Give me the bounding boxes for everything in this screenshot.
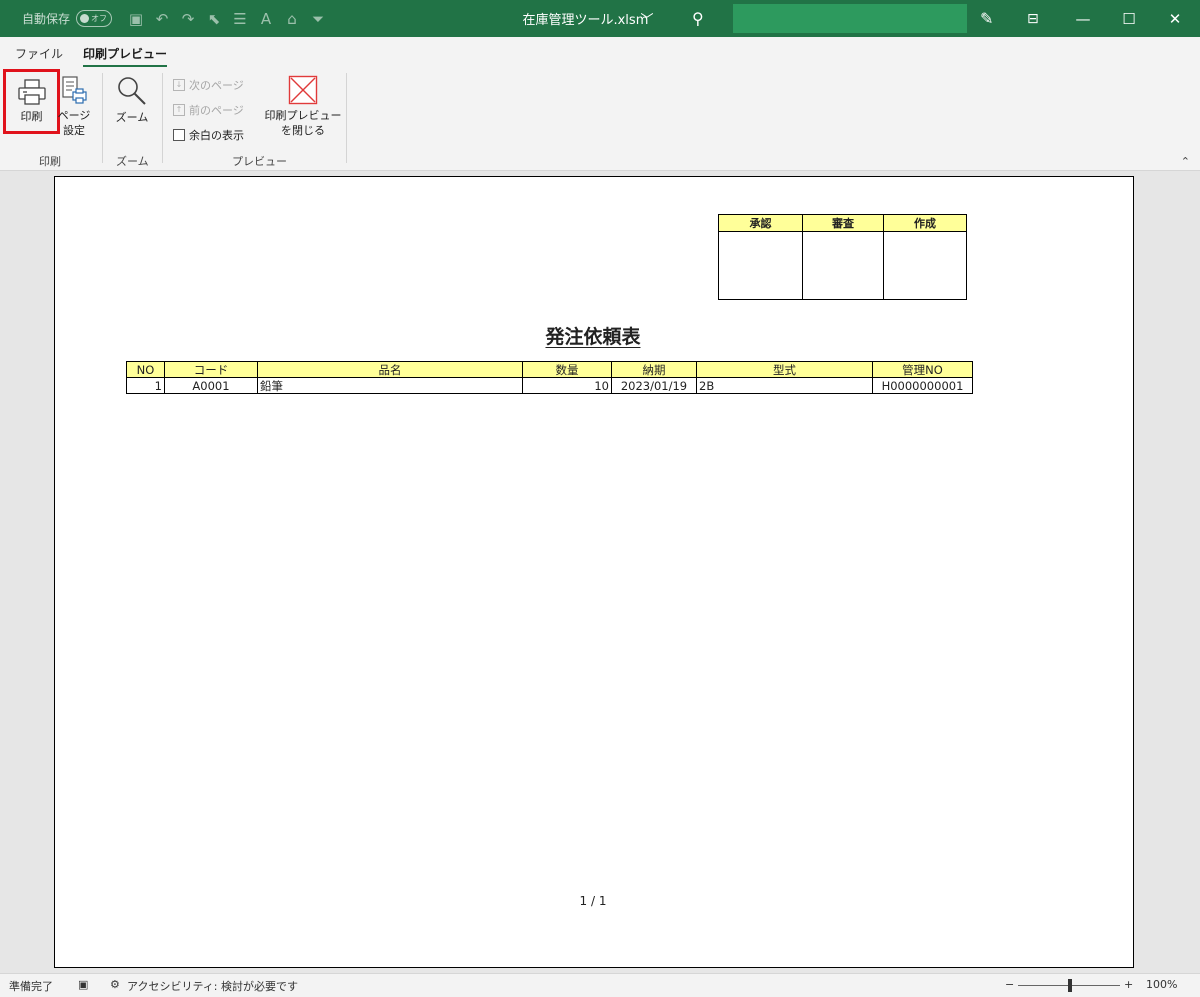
group-label-print: 印刷 — [39, 155, 61, 168]
autosave-switch[interactable]: オフ — [76, 10, 113, 27]
previous-page-label: 前のページ — [189, 104, 244, 117]
close-preview-icon — [288, 75, 318, 105]
file-name: 在庫管理ツール.xlsm — [522, 13, 649, 28]
approval-table: 承認 審査 作成 — [718, 214, 967, 300]
cell-due-date: 2023/01/19 — [611, 377, 697, 394]
touch-mode-icon[interactable]: ☰ — [232, 10, 248, 28]
save-icon[interactable]: ▣ — [128, 10, 144, 28]
approval-cell — [802, 231, 884, 300]
column-header: コード — [164, 361, 258, 378]
column-header: 納期 — [611, 361, 697, 378]
page-setup-icon — [62, 76, 87, 104]
cell-quantity: 10 — [522, 377, 612, 394]
cell-no: 1 — [126, 377, 165, 394]
column-header: 品名 — [257, 361, 523, 378]
preview-page: 承認 審査 作成 発注依頼表 NO コード 品名 数量 納期 型式 管理NO 1… — [54, 176, 1134, 968]
zoom-slider-thumb[interactable] — [1068, 979, 1072, 992]
chevron-down-icon: ﹀ — [640, 13, 654, 28]
autosave-label: 自動保存 — [22, 12, 71, 26]
printer-icon — [17, 79, 46, 105]
redo-icon[interactable]: ↷ — [180, 10, 196, 28]
approval-header: 審査 — [802, 214, 884, 232]
undo-icon[interactable]: ↶ — [154, 10, 170, 28]
maximize-button[interactable]: ☐ — [1106, 0, 1152, 37]
group-label-zoom: ズーム — [116, 155, 149, 168]
document-title-button[interactable]: 在庫管理ツール.xlsm ﹀ — [522, 9, 654, 28]
zoom-out-button[interactable]: − — [1005, 978, 1014, 991]
next-page-label: 次のページ — [189, 79, 244, 92]
column-header: 数量 — [522, 361, 612, 378]
next-page-button[interactable]: ↓ 次のページ — [173, 77, 244, 93]
pen-icon[interactable]: ✎ — [980, 0, 993, 37]
customize-qat-icon[interactable]: ⏷ — [310, 10, 326, 28]
group-separator — [102, 73, 103, 163]
minimize-button[interactable]: — — [1060, 0, 1106, 37]
zoom-button[interactable]: ズーム — [110, 75, 154, 125]
cell-code: A0001 — [164, 377, 258, 394]
table-row: 1 A0001 鉛筆 10 2023/01/19 2B H0000000001 — [126, 377, 973, 394]
show-margins-checkbox[interactable]: 余白の表示 — [173, 127, 244, 143]
approval-header: 承認 — [718, 214, 803, 232]
accessibility-icon[interactable]: ⚙ — [110, 978, 120, 991]
preview-area[interactable]: 承認 審査 作成 発注依頼表 NO コード 品名 数量 納期 型式 管理NO 1… — [0, 171, 1200, 973]
page-setup-button[interactable]: ページ 設定 — [57, 75, 91, 138]
approval-header: 作成 — [883, 214, 967, 232]
previous-page-button[interactable]: ↑ 前のページ — [173, 102, 244, 118]
zoom-level[interactable]: 100% — [1146, 978, 1177, 991]
arrow-up-icon: ↑ — [173, 104, 185, 116]
status-ready: 準備完了 — [9, 980, 53, 993]
show-margins-label: 余白の表示 — [189, 129, 244, 142]
cell-name: 鉛筆 — [257, 377, 523, 394]
vertical-scrollbar[interactable] — [1192, 171, 1200, 973]
approval-cell — [883, 231, 967, 300]
approval-cell — [718, 231, 803, 300]
heading-text: 発注依頼表 — [545, 326, 641, 348]
group-label-preview: プレビュー — [232, 155, 287, 168]
zoom-label: ズーム — [115, 111, 149, 124]
search-icon[interactable]: ⚲ — [692, 0, 704, 37]
tab-print-preview[interactable]: 印刷プレビュー — [83, 45, 168, 68]
ribbon-display-options-icon[interactable]: ⊟ — [1027, 0, 1039, 37]
accessibility-status[interactable]: アクセシビリティ: 検討が必要です — [127, 978, 298, 994]
close-print-preview-button[interactable]: 印刷プレビュー を閉じる — [263, 75, 343, 138]
tab-file[interactable]: ファイル — [15, 45, 63, 62]
close-preview-label-2: を閉じる — [281, 124, 325, 137]
order-table: NO コード 品名 数量 納期 型式 管理NO 1 A0001 鉛筆 10 20… — [126, 361, 973, 394]
print-label: 印刷 — [20, 110, 43, 123]
magnifier-icon — [118, 77, 146, 105]
close-preview-label-1: 印刷プレビュー — [264, 109, 342, 122]
ribbon: 印刷 ページ 設定 ズーム ↓ 次のページ ↑ 前のページ 余白の表示 印刷プレ… — [0, 67, 1200, 171]
cell-management-no: H0000000001 — [872, 377, 973, 394]
table-header-row: NO コード 品名 数量 納期 型式 管理NO — [126, 361, 973, 378]
collapse-ribbon-icon[interactable]: ⌃ — [1181, 155, 1190, 168]
group-separator — [346, 73, 347, 163]
column-header: NO — [126, 361, 165, 378]
title-bar: 自動保存 オフ ▣ ↶ ↷ ⬉ ☰ A ⌂ ⏷ 在庫管理ツール.xlsm ﹀ ⚲… — [0, 0, 1200, 37]
column-header: 型式 — [696, 361, 873, 378]
lock-icon[interactable]: ⌂ — [284, 10, 300, 28]
page-indicator: 1 / 1 — [579, 894, 607, 908]
page-setup-label-2: 設定 — [63, 124, 85, 137]
arrow-down-icon: ↓ — [173, 79, 185, 91]
macro-record-icon[interactable]: ▣ — [78, 978, 88, 991]
search-box[interactable] — [733, 4, 967, 33]
checkbox-icon[interactable] — [173, 129, 185, 141]
autosave-toggle[interactable]: 自動保存 オフ — [22, 0, 113, 37]
cell-model: 2B — [696, 377, 873, 394]
print-button[interactable]: 印刷 — [3, 69, 60, 134]
column-header: 管理NO — [872, 361, 973, 378]
text-box-icon[interactable]: A — [258, 10, 274, 28]
zoom-in-button[interactable]: + — [1124, 978, 1133, 991]
group-separator — [162, 73, 163, 163]
page-setup-label-1: ページ — [57, 109, 91, 122]
close-button[interactable]: ✕ — [1152, 0, 1198, 37]
status-bar: 準備完了 ▣ ⚙ アクセシビリティ: 検討が必要です − + 100% — [0, 973, 1200, 997]
pointer-icon[interactable]: ⬉ — [206, 10, 222, 28]
quick-access-toolbar: ▣ ↶ ↷ ⬉ ☰ A ⌂ ⏷ — [128, 0, 326, 37]
document-heading: 発注依頼表 — [55, 322, 1131, 349]
ribbon-tabs: ファイル 印刷プレビュー — [0, 37, 1200, 68]
